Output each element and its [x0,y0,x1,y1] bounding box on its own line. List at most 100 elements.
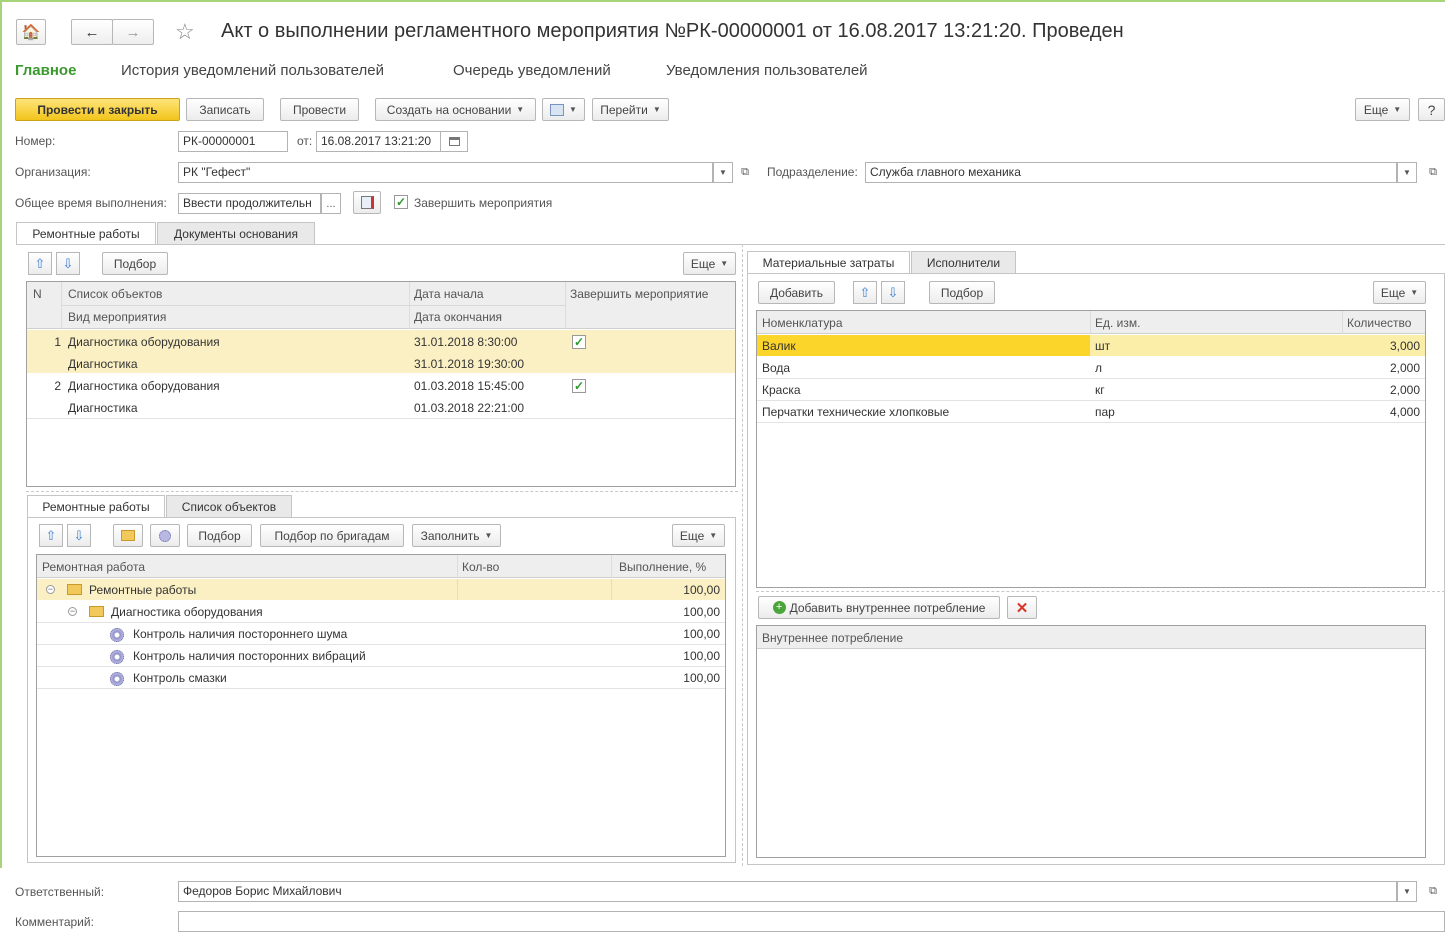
add-internal-consumption-button[interactable]: + Добавить внутреннее потребление [758,596,1000,619]
chevron-down-icon[interactable]: ▼ [1397,881,1417,902]
department-label: Подразделение: [767,165,858,179]
complete-events-checkbox[interactable]: ✓ [394,195,408,209]
col-percent: Выполнение, % [619,560,707,574]
more-button[interactable]: Еще ▼ [1355,98,1410,121]
tab-material-costs[interactable]: Материальные затраты [747,251,910,274]
tab-executors[interactable]: Исполнители [911,251,1016,273]
add-material-button[interactable]: Добавить [758,281,835,304]
calendar-icon[interactable] [440,131,468,152]
tab-work-objects[interactable]: Список объектов [166,495,292,517]
ellipsis-button[interactable]: ... [321,193,341,214]
tree-item-label: Контроль наличия постороннего шума [133,627,348,641]
vertical-splitter[interactable] [742,244,743,866]
chevron-down-icon[interactable]: ▼ [1397,162,1417,183]
work-select-button[interactable]: Подбор [187,524,252,547]
material-select-button[interactable]: Подбор [929,281,995,304]
collapse-icon[interactable]: − [46,585,55,594]
post-button[interactable]: Провести [280,98,359,121]
move-up-icon[interactable]: ⇧ [28,252,52,275]
gear-add-icon[interactable] [150,524,180,547]
col-event-type: Вид мероприятия [68,310,167,324]
work-more-label: Еще [679,528,705,543]
department-field[interactable]: Служба главного механика [865,162,1397,183]
objects-table[interactable]: N Список объектов Вид мероприятия Дата н… [26,281,736,487]
col-work: Ремонтная работа [42,560,145,574]
tree-item-label: Контроль наличия посторонних вибраций [133,649,366,663]
material-more-button[interactable]: Еще ▼ [1373,281,1426,304]
date-field[interactable]: 16.08.2017 13:21:20 [316,131,441,152]
post-and-close-button[interactable]: Провести и закрыть [15,98,180,121]
objects-more-button[interactable]: Еще ▼ [683,252,736,275]
row-type: Диагностика [68,357,138,371]
tree-item-percent: 100,00 [683,605,720,619]
move-up-icon[interactable]: ⇧ [853,281,877,304]
material-unit: пар [1095,405,1115,419]
row-number: 2 [54,379,61,393]
row-object: Диагностика оборудования [68,379,220,393]
material-name: Вода [762,361,791,375]
responsible-field[interactable]: Федоров Борис Михайлович [178,881,1397,902]
move-down-icon[interactable]: ⇩ [56,252,80,275]
materials-table[interactable]: Номенклатура Ед. изм. Количество Валик ш… [756,310,1426,588]
move-up-icon[interactable]: ⇧ [39,524,63,547]
tree-item-label: Контроль смазки [133,671,227,685]
number-field[interactable]: РК-00000001 [178,131,288,152]
tab-repair-works[interactable]: Ремонтные работы [16,222,156,245]
chevron-down-icon: ▼ [709,531,718,540]
duration-field[interactable]: Ввести продолжительн [178,193,321,214]
objects-select-button[interactable]: Подбор [102,252,168,275]
collapse-icon[interactable]: − [68,607,77,616]
folder-add-icon[interactable] [113,524,143,547]
row-start: 31.01.2018 8:30:00 [414,335,518,349]
calc-icon[interactable] [353,191,381,214]
favorite-star-icon[interactable]: ☆ [175,19,195,45]
print-button[interactable]: ▼ [542,98,585,121]
organization-field[interactable]: РК "Гефест" [178,162,713,183]
forward-button[interactable]: → [112,19,154,45]
chevron-down-icon: ▼ [1410,288,1419,297]
write-button[interactable]: Записать [186,98,264,121]
internal-consumption-table[interactable]: Внутреннее потребление [756,625,1426,858]
tab-work-repair[interactable]: Ремонтные работы [27,495,165,518]
chevron-down-icon: ▼ [652,105,661,114]
work-table[interactable]: Ремонтная работа Кол-во Выполнение, % − … [36,554,726,857]
objects-more-label: Еще [690,256,716,271]
gear-icon [110,672,124,686]
col-end: Дата окончания [414,310,503,324]
delete-icon[interactable]: ✕ [1007,596,1037,619]
work-more-button[interactable]: Еще ▼ [672,524,725,547]
create-based-button[interactable]: Создать на основании ▼ [375,98,536,121]
fill-button[interactable]: Заполнить ▼ [412,524,501,547]
splitter[interactable] [26,491,738,492]
row-complete-checkbox[interactable]: ✓ [572,335,586,349]
col-quantity: Количество [1347,316,1412,330]
row-end: 01.03.2018 22:21:00 [414,401,525,415]
comment-field[interactable] [178,911,1445,932]
material-qty: 2,000 [1389,383,1420,397]
col-objects: Список объектов [68,287,163,301]
home-icon[interactable]: 🏠 [16,19,46,45]
material-name: Краска [762,383,801,397]
material-unit: кг [1095,383,1105,397]
chevron-down-icon[interactable]: ▼ [713,162,733,183]
tab-notification-queue[interactable]: Очередь уведомлений [453,62,611,79]
duration-label: Общее время выполнения: [15,196,167,210]
open-icon[interactable]: ⧉ [1423,162,1443,183]
move-down-icon[interactable]: ⇩ [881,281,905,304]
open-icon[interactable]: ⧉ [735,162,755,183]
row-complete-checkbox[interactable]: ✓ [572,379,586,393]
tab-main[interactable]: Главное [15,62,76,79]
chevron-down-icon: ▼ [1393,105,1402,114]
tab-divider [16,244,1445,245]
goto-button[interactable]: Перейти ▼ [592,98,669,121]
back-button[interactable]: ← [71,19,113,45]
col-n: N [33,287,42,301]
move-down-icon[interactable]: ⇩ [67,524,91,547]
select-brigades-button[interactable]: Подбор по бригадам [260,524,404,547]
help-button[interactable]: ? [1418,98,1445,121]
tab-notification-history[interactable]: История уведомлений пользователей [121,62,384,79]
tab-basis-documents[interactable]: Документы основания [157,222,315,244]
tab-user-notifications[interactable]: Уведомления пользователей [666,62,868,79]
splitter[interactable] [756,591,1445,592]
open-icon[interactable]: ⧉ [1423,881,1443,902]
